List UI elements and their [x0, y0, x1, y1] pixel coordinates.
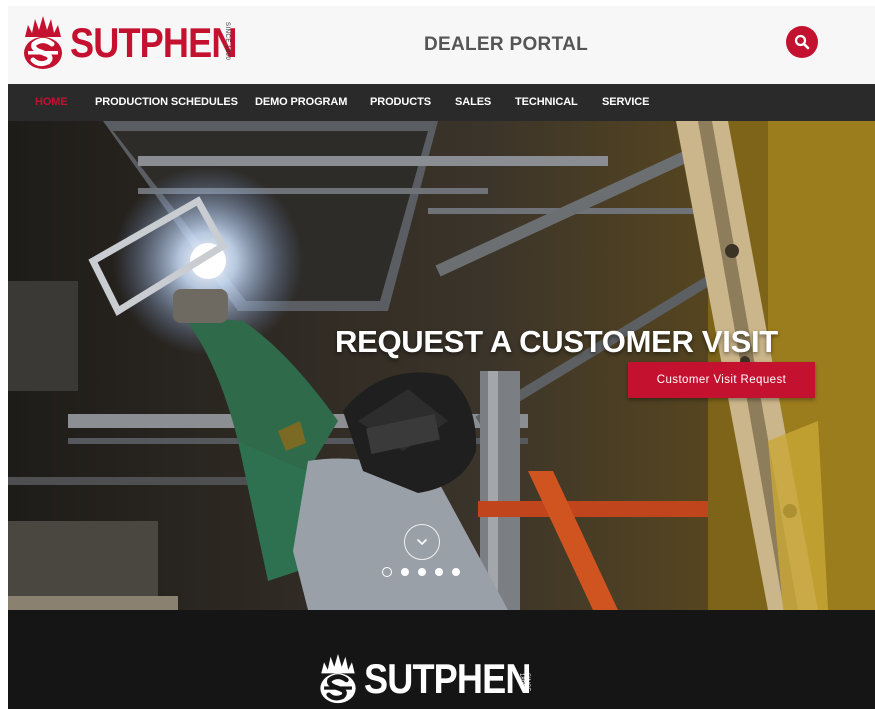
flame-s-emblem-icon — [24, 16, 62, 69]
customer-visit-request-button[interactable]: Customer Visit Request — [628, 362, 815, 398]
nav-item-home[interactable]: HOME — [35, 84, 68, 121]
scroll-down-button[interactable] — [404, 524, 440, 560]
slider-pagination — [382, 567, 460, 577]
nav-item-demo-program[interactable]: DEMO PROGRAM — [255, 84, 347, 121]
search-icon — [794, 34, 810, 50]
nav-item-production-schedules[interactable]: PRODUCTION SCHEDULES — [95, 84, 238, 121]
slide-dot-5[interactable] — [452, 568, 460, 576]
nav-item-technical[interactable]: TECHNICAL — [515, 84, 578, 121]
nav-item-service[interactable]: SERVICE — [602, 84, 650, 121]
logo-wordmark: SUTPHEN — [70, 19, 237, 66]
flame-s-emblem-icon — [320, 653, 356, 704]
slide-dot-2[interactable] — [401, 568, 409, 576]
nav-item-products[interactable]: PRODUCTS — [370, 84, 431, 121]
footer-wordmark: SUTPHEN — [364, 655, 531, 702]
footer-logo[interactable]: SUTPHEN SINCE 1890 — [318, 653, 558, 705]
slide-dot-1[interactable] — [382, 567, 392, 577]
slide-dot-3[interactable] — [418, 568, 426, 576]
site-footer: SUTPHEN SINCE 1890 — [8, 610, 875, 709]
slide-dot-4[interactable] — [435, 568, 443, 576]
page: SUTPHEN SINCE 1890 DEALER PORTAL HOME PR… — [8, 6, 875, 709]
logo-since-text: SINCE 1890 — [224, 22, 230, 61]
page-title: DEALER PORTAL — [424, 34, 588, 55]
search-button[interactable] — [786, 26, 818, 58]
hero-headline: REQUEST A CUSTOMER VISIT — [335, 324, 778, 359]
site-header: SUTPHEN SINCE 1890 DEALER PORTAL — [8, 6, 875, 84]
hero-slider: REQUEST A CUSTOMER VISIT Customer Visit … — [8, 121, 875, 610]
main-nav: HOME PRODUCTION SCHEDULES DEMO PROGRAM P… — [8, 84, 875, 121]
chevron-down-icon — [417, 539, 427, 545]
nav-item-sales[interactable]: SALES — [455, 84, 491, 121]
footer-since-text: SINCE 1890 — [518, 673, 530, 692]
